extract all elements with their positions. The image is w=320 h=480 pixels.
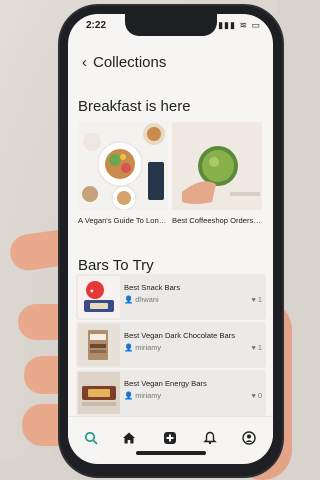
card-row: A Vegan's Guide To London: Where To G...… <box>78 122 268 240</box>
collection-card[interactable]: A Vegan's Guide To London: Where To G... <box>78 122 168 226</box>
likes-count: 0 <box>257 391 262 400</box>
item-user: 👤 miriamy <box>124 343 161 352</box>
bell-icon <box>203 431 217 445</box>
heart-icon: ♥ <box>251 391 256 400</box>
item-username: miriamy <box>135 391 162 400</box>
tab-bar <box>68 416 273 461</box>
page-title: Collections <box>93 53 167 71</box>
item-likes[interactable]: ♥ 0 <box>251 391 262 400</box>
user-icon: 👤 <box>124 391 134 400</box>
status-icons: ▮▮▮ ≋ ▭ <box>218 20 261 30</box>
search-icon <box>84 431 98 445</box>
heart-icon: ♥ <box>251 295 256 304</box>
item-name: Best Vegan Energy Bars <box>124 379 207 388</box>
card-image <box>172 122 262 210</box>
list-item[interactable]: Best Vegan Energy Bars 👤 miriamy ♥ 0 <box>76 370 266 416</box>
section-title-bars: Bars To Try <box>78 257 154 274</box>
tab-notifications[interactable] <box>199 427 221 449</box>
card-caption: A Vegan's Guide To London: Where To G... <box>78 216 168 225</box>
item-name: Best Snack Bars <box>124 283 181 292</box>
section-title-breakfast: Breakfast is here <box>78 98 191 115</box>
tab-add[interactable] <box>159 427 181 449</box>
card-image <box>78 122 168 210</box>
status-bar: 2:22 ▮▮▮ ≋ ▭ <box>82 18 261 34</box>
tab-home[interactable] <box>118 427 140 449</box>
tab-search[interactable] <box>80 427 102 449</box>
phone-screen: 2:22 ▮▮▮ ≋ ▭ ‹ Collections Breakfast is … <box>68 14 273 464</box>
item-thumbnail <box>78 324 120 366</box>
likes-count: 1 <box>257 295 262 304</box>
header: ‹ Collections <box>82 50 263 74</box>
profile-icon <box>242 431 256 445</box>
home-icon <box>123 432 135 444</box>
heart-icon: ♥ <box>251 343 256 352</box>
item-thumbnail: ♥ <box>78 276 120 318</box>
user-icon: 👤 <box>124 295 134 304</box>
item-likes[interactable]: ♥ 1 <box>251 343 262 352</box>
list-item[interactable]: Best Vegan Dark Chocolate Bars 👤 miriamy… <box>76 322 266 368</box>
collection-card[interactable]: Best Coffeeshop Orders In Singapore <box>172 122 262 226</box>
item-likes[interactable]: ♥ 1 <box>251 295 262 304</box>
home-indicator <box>135 451 206 455</box>
back-chevron-icon[interactable]: ‹ <box>82 54 87 71</box>
card-caption: Best Coffeeshop Orders In Singapore <box>172 216 262 225</box>
status-time: 2:22 <box>86 20 107 31</box>
svg-text:♥: ♥ <box>90 289 94 295</box>
item-user: 👤 dhwani <box>124 295 159 304</box>
likes-count: 1 <box>257 343 262 352</box>
item-username: miriamy <box>135 343 162 352</box>
item-name: Best Vegan Dark Chocolate Bars <box>124 331 236 340</box>
user-icon: 👤 <box>124 343 134 352</box>
item-user: 👤 miriamy <box>124 391 161 400</box>
add-icon <box>164 432 176 444</box>
item-username: dhwani <box>135 295 159 304</box>
collection-list: ♥ Best Snack Bars 👤 dhwani ♥ 1 Best Vega… <box>76 274 266 418</box>
list-item[interactable]: ♥ Best Snack Bars 👤 dhwani ♥ 1 <box>76 274 266 320</box>
item-thumbnail <box>78 372 120 414</box>
tab-profile[interactable] <box>238 427 260 449</box>
